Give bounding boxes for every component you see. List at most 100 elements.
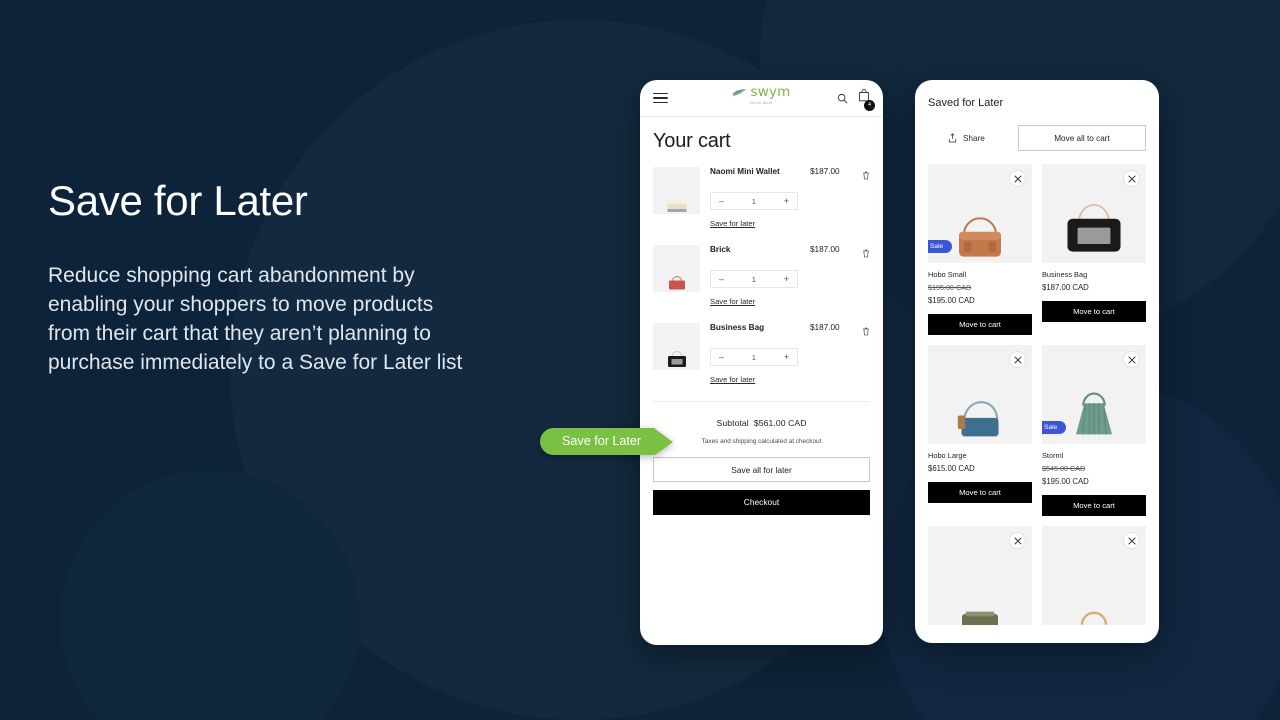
remove-saved-item-button[interactable] <box>1123 532 1140 549</box>
close-icon <box>1127 355 1136 364</box>
product-image[interactable] <box>1042 526 1146 625</box>
checkout-button[interactable]: Checkout <box>653 490 870 515</box>
remove-item-button[interactable] <box>858 323 870 341</box>
subtotal-label: Subtotal <box>716 418 749 428</box>
product-price: $615.00 CAD <box>928 464 975 473</box>
product-compare-price: $545.00 CAD <box>1042 464 1086 473</box>
quantity-increment-button[interactable]: + <box>784 196 789 206</box>
subtotal-row: Subtotal $561.00 CAD <box>653 418 870 428</box>
quantity-increment-button[interactable]: + <box>784 274 789 284</box>
handbag-icon <box>668 276 685 290</box>
cart-line-item: Naomi Mini Wallet $187.00 – 1 + Save for… <box>653 167 870 231</box>
hero-copy: Save for Later Reduce shopping cart aban… <box>48 177 468 378</box>
sale-badge: Sale <box>1042 421 1067 434</box>
save-for-later-link[interactable]: Save for later <box>710 297 755 306</box>
swym-swoosh-icon <box>732 88 747 96</box>
quantity-stepper[interactable]: – 1 + <box>710 270 798 288</box>
saved-product-card: Hobo Large $615.00 CAD Move to cart <box>928 345 1032 516</box>
share-label: Share <box>963 133 985 143</box>
divider <box>653 401 870 402</box>
product-image[interactable] <box>928 526 1032 625</box>
cart-count-badge: 4 <box>864 100 875 111</box>
remove-item-button[interactable] <box>858 245 870 263</box>
trash-icon <box>863 249 869 258</box>
quantity-increment-button[interactable]: + <box>784 352 789 362</box>
saved-for-later-heading: Saved for Later <box>928 97 1004 109</box>
cart-bag-button[interactable]: 4 <box>858 89 875 111</box>
product-image[interactable] <box>928 345 1032 444</box>
trash-icon <box>863 171 869 180</box>
quantity-stepper[interactable]: – 1 + <box>710 192 798 210</box>
share-button[interactable]: Share <box>928 133 985 143</box>
remove-saved-item-button[interactable] <box>1009 351 1026 368</box>
product-price: $195.00 CAD <box>928 296 975 305</box>
product-name: Hobo Large <box>928 451 967 460</box>
quantity-value[interactable]: 1 <box>752 353 756 362</box>
business-bag-icon <box>667 351 686 367</box>
move-all-to-cart-button[interactable]: Move all to cart <box>1018 125 1146 151</box>
move-to-cart-button[interactable]: Move to cart <box>928 482 1032 503</box>
share-icon <box>948 133 957 143</box>
saved-product-card-partial <box>1042 526 1146 625</box>
hamburger-menu-icon[interactable] <box>653 92 668 104</box>
remove-saved-item-button[interactable] <box>1009 170 1026 187</box>
save-for-later-link[interactable]: Save for later <box>710 219 755 228</box>
quantity-stepper[interactable]: – 1 + <box>710 348 798 366</box>
callout-pointer <box>655 428 674 455</box>
close-icon <box>1013 536 1022 545</box>
cart-line-item: Brick $187.00 – 1 + Save for later <box>653 245 870 309</box>
product-name: Business Bag <box>710 323 765 332</box>
page-title: Save for Later <box>48 177 308 224</box>
product-name: Hobo Small <box>928 270 967 279</box>
cart-heading: Your cart <box>653 130 731 152</box>
cart-phone-mockup: swym Demo Store 4 Your cart Naomi Mini W… <box>640 80 883 645</box>
product-compare-price: $195.00 CAD <box>928 283 972 292</box>
saved-actions-row: Share Move all to cart <box>928 125 1146 151</box>
saved-product-card: Business Bag $187.00 CAD Move to cart <box>1042 164 1146 335</box>
storml-bucket-bag-icon <box>1076 392 1112 435</box>
product-price: $187.00 CAD <box>1042 283 1089 292</box>
store-subtitle: Demo Store <box>750 101 773 105</box>
move-to-cart-button[interactable]: Move to cart <box>1042 495 1146 516</box>
cart-line-item: Business Bag $187.00 – 1 + Save for late… <box>653 323 870 387</box>
product-thumbnail[interactable] <box>653 245 700 292</box>
sale-badge: Sale <box>928 240 953 253</box>
topbar-actions: 4 <box>837 89 875 111</box>
quantity-decrement-button[interactable]: – <box>719 352 724 362</box>
tan-handle-bag-icon <box>1080 611 1108 625</box>
quantity-value[interactable]: 1 <box>752 197 756 206</box>
remove-saved-item-button[interactable] <box>1009 532 1026 549</box>
product-price: $187.00 <box>810 167 840 176</box>
product-name: Business Bag <box>1042 270 1088 279</box>
slide-canvas: Save for Later Reduce shopping cart aban… <box>0 0 1280 720</box>
remove-item-button[interactable] <box>858 167 870 185</box>
product-price: $187.00 <box>810 323 840 332</box>
product-image[interactable]: Sale <box>928 164 1032 263</box>
olive-bag-icon <box>962 611 998 625</box>
trash-icon <box>863 327 869 336</box>
move-to-cart-button[interactable]: Move to cart <box>928 314 1032 335</box>
product-image[interactable] <box>1042 164 1146 263</box>
subtotal-value: $561.00 CAD <box>753 418 807 428</box>
save-for-later-link[interactable]: Save for later <box>710 375 755 384</box>
store-name: swym <box>750 84 791 100</box>
quantity-decrement-button[interactable]: – <box>719 196 724 206</box>
hobo-large-bag-icon <box>957 401 999 437</box>
quantity-decrement-button[interactable]: – <box>719 274 724 284</box>
product-thumbnail[interactable] <box>653 323 700 370</box>
save-all-for-later-button[interactable]: Save all for later <box>653 457 870 482</box>
cart-body: Your cart Naomi Mini Wallet $187.00 – 1 … <box>640 130 883 515</box>
saved-product-card-partial <box>928 526 1032 625</box>
product-thumbnail[interactable] <box>653 167 700 214</box>
remove-saved-item-button[interactable] <box>1123 170 1140 187</box>
search-icon[interactable] <box>837 93 848 104</box>
product-price: $187.00 <box>810 245 840 254</box>
product-name: Brick <box>710 245 731 254</box>
product-image[interactable]: Sale <box>1042 345 1146 444</box>
saved-product-card: Sale Hobo Small $195.00 CAD $195.00 CAD … <box>928 164 1032 335</box>
hobo-small-bag-icon <box>959 217 1001 257</box>
product-name: Naomi Mini Wallet <box>710 167 780 176</box>
remove-saved-item-button[interactable] <box>1123 351 1140 368</box>
move-to-cart-button[interactable]: Move to cart <box>1042 301 1146 322</box>
quantity-value[interactable]: 1 <box>752 275 756 284</box>
